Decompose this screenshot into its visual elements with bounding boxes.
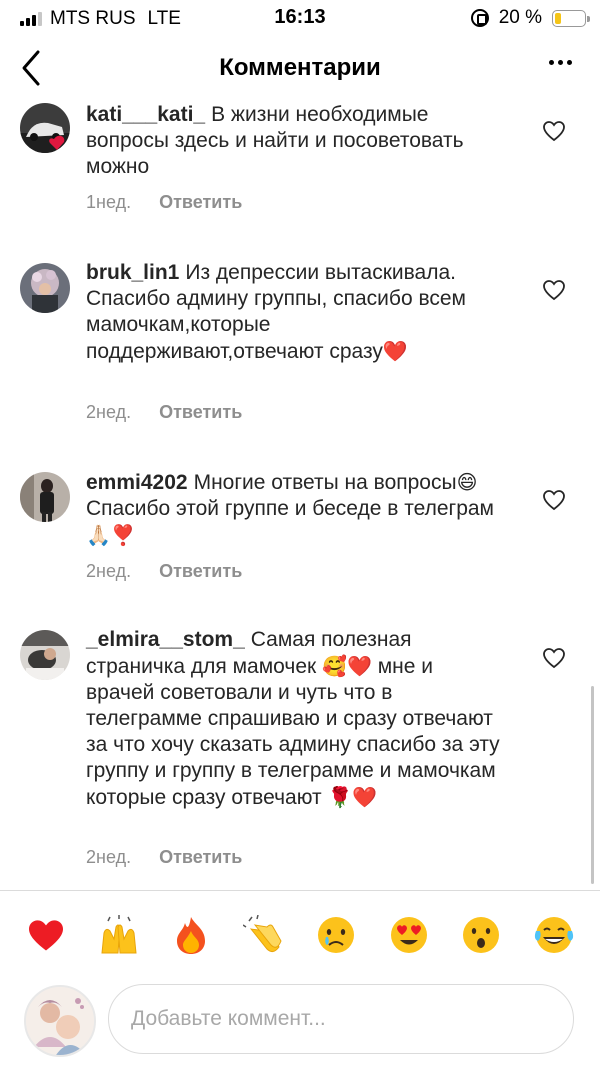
- surprised-face-icon: [463, 917, 500, 953]
- comment-username[interactable]: bruk_lin1: [86, 261, 179, 284]
- reply-button[interactable]: Ответить: [159, 561, 242, 582]
- comment-time: 2нед.: [86, 402, 132, 422]
- comment-username[interactable]: _elmira__stom_: [86, 628, 245, 651]
- like-heart-icon[interactable]: [542, 489, 566, 511]
- raising-hands-icon: [101, 915, 137, 954]
- like-heart-icon[interactable]: [542, 647, 566, 669]
- rose-emoji: 🌹❤️: [327, 785, 378, 809]
- comment-text-continued: мне и врачей советовали и чуть что в тел…: [86, 655, 500, 809]
- reaction-fire[interactable]: [164, 908, 218, 962]
- heart-icon: [29, 920, 64, 951]
- reply-button[interactable]: Ответить: [159, 192, 242, 213]
- reaction-heart-eyes[interactable]: [382, 908, 436, 962]
- divider: [0, 890, 600, 891]
- user-avatar: [24, 985, 96, 1057]
- comment-text-continued: Спасибо этой группе и беседе в телеграм: [86, 497, 494, 520]
- reaction-tears-of-joy[interactable]: [527, 908, 581, 962]
- like-heart-icon[interactable]: [542, 120, 566, 142]
- pray-emoji: 🙏🏻❣️: [86, 523, 136, 547]
- scrollbar[interactable]: [591, 686, 594, 884]
- reaction-clapping-hands[interactable]: [237, 908, 291, 962]
- avatar[interactable]: [20, 630, 70, 680]
- avatar[interactable]: [20, 103, 70, 153]
- avatar[interactable]: [20, 263, 70, 313]
- quick-reactions-bar: [0, 908, 600, 964]
- header: Комментарии: [0, 36, 600, 100]
- reaction-raising-hands[interactable]: [92, 908, 146, 962]
- comment-username[interactable]: kati___kati_: [86, 103, 205, 126]
- comment-time: 1нед.: [86, 192, 132, 212]
- heart-emoji: ❤️: [382, 339, 408, 363]
- grin-emoji: 😄: [456, 470, 478, 494]
- battery-percent: 20 %: [498, 7, 542, 28]
- more-options-button[interactable]: [549, 60, 572, 65]
- clapping-hands-icon: [242, 915, 282, 953]
- reply-button[interactable]: Ответить: [159, 402, 242, 423]
- reaction-heart[interactable]: [19, 908, 73, 962]
- comment-username[interactable]: emmi4202: [86, 471, 188, 494]
- smiling-hearts-emoji: 🥰❤️: [322, 654, 372, 678]
- page-title: Комментарии: [219, 54, 381, 81]
- comment-time: 2нед.: [86, 561, 132, 581]
- comment-list[interactable]: kati___kati_ В жизни необходимые вопросы …: [0, 100, 600, 890]
- status-bar: MTS RUS LTE 16:13 20 %: [0, 0, 600, 36]
- comment-time: 2нед.: [86, 847, 132, 867]
- reaction-crying-face[interactable]: [309, 908, 363, 962]
- comment-input[interactable]: [108, 984, 574, 1054]
- heart-eyes-icon: [390, 917, 427, 953]
- avatar[interactable]: [20, 472, 70, 522]
- rotation-lock-icon: [470, 9, 489, 27]
- crying-face-icon: [318, 917, 355, 953]
- battery-icon: [552, 9, 590, 27]
- reply-button[interactable]: Ответить: [159, 847, 242, 868]
- reaction-surprised-face[interactable]: [454, 908, 508, 962]
- more-horizontal-icon: [549, 60, 554, 65]
- comment-text: Многие ответы на вопросы: [193, 471, 457, 494]
- like-heart-icon[interactable]: [542, 279, 566, 301]
- fire-icon: [177, 917, 206, 954]
- tears-of-joy-icon: [534, 917, 573, 953]
